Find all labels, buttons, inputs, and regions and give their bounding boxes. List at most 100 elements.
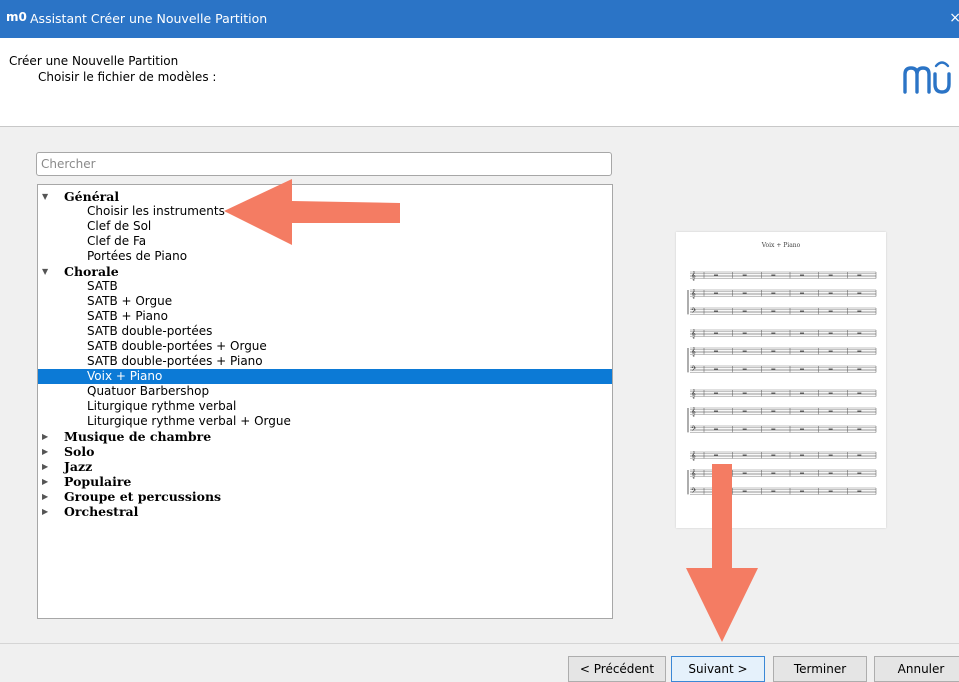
tree-row-label: Choisir les instruments (87, 204, 225, 218)
rest-mark (742, 332, 747, 334)
tree-row-label: Musique de chambre (64, 429, 212, 444)
clef-glyph: 𝄢 (691, 425, 696, 434)
rest-mark (714, 292, 718, 294)
tree-category[interactable]: ▶ Orchestral (38, 504, 612, 519)
tree-item[interactable]: Clef de Sol (38, 219, 612, 234)
clef-glyph: 𝄞 (691, 329, 696, 338)
rest-mark (828, 350, 833, 352)
tree-row-label: Jazz (64, 459, 93, 474)
tree-item[interactable]: Liturgique rythme verbal + Orgue (38, 414, 612, 429)
chevron-down-icon[interactable]: ▼ (42, 264, 52, 279)
tree-item[interactable]: SATB double-portées + Orgue (38, 339, 612, 354)
rest-mark (771, 292, 776, 294)
finish-button[interactable]: Terminer (773, 656, 867, 682)
tree-item[interactable]: Voix + Piano (38, 369, 612, 384)
rest-mark (857, 410, 862, 412)
tree-category[interactable]: ▶ Jazz (38, 459, 612, 474)
tree-category[interactable]: ▶ Musique de chambre (38, 429, 612, 444)
tree-category[interactable]: ▶ Solo (38, 444, 612, 459)
tree-category[interactable]: ▼ Chorale (38, 264, 612, 279)
rest-mark (742, 274, 747, 276)
chevron-down-icon[interactable]: ▼ (42, 189, 52, 204)
rest-mark (771, 310, 776, 312)
rest-mark (828, 292, 833, 294)
rest-mark (714, 310, 718, 312)
rest-mark (714, 410, 718, 412)
rest-mark (800, 332, 804, 334)
rest-mark (857, 490, 862, 492)
rest-mark (742, 490, 747, 492)
footer-divider (0, 643, 959, 644)
rest-mark (771, 350, 776, 352)
tree-item[interactable]: Portées de Piano (38, 249, 612, 264)
clef-glyph: 𝄞 (691, 347, 696, 356)
rest-mark (828, 274, 833, 276)
tree-item[interactable]: Choisir les instruments (38, 204, 612, 219)
tree-category[interactable]: ▶ Groupe et percussions (38, 489, 612, 504)
next-button[interactable]: Suivant > (671, 656, 765, 682)
template-tree[interactable]: ▼ Général Choisir les instruments Clef de S… (37, 184, 613, 619)
rest-mark (771, 274, 776, 276)
tree-row-label: SATB double-portées + Piano (87, 354, 263, 368)
chevron-right-icon[interactable]: ▶ (42, 444, 52, 459)
chevron-right-icon[interactable]: ▶ (42, 489, 52, 504)
rest-mark (714, 472, 718, 474)
tree-item[interactable]: SATB double-portées + Piano (38, 354, 612, 369)
rest-mark (742, 472, 747, 474)
rest-mark (714, 350, 718, 352)
rest-mark (714, 454, 718, 456)
clef-glyph: 𝄞 (691, 389, 696, 398)
rest-mark (771, 368, 776, 370)
rest-mark (742, 368, 747, 370)
tree-item[interactable]: SATB + Piano (38, 309, 612, 324)
tree-item[interactable]: SATB double-portées (38, 324, 612, 339)
rest-mark (714, 368, 718, 370)
rest-mark (800, 292, 804, 294)
tree-category[interactable]: ▼ Général (38, 189, 612, 204)
rest-mark (857, 274, 862, 276)
rest-mark (800, 368, 804, 370)
rest-mark (714, 428, 718, 430)
wizard-header: Créer une Nouvelle Partition Choisir le … (0, 38, 959, 127)
chevron-right-icon[interactable]: ▶ (42, 474, 52, 489)
rest-mark (800, 472, 804, 474)
tree-item[interactable]: Clef de Fa (38, 234, 612, 249)
tree-row-label: SATB double-portées (87, 324, 213, 338)
previous-button[interactable]: < Précédent (568, 656, 666, 682)
cancel-button[interactable]: Annuler (874, 656, 959, 682)
clef-glyph: 𝄞 (691, 451, 696, 460)
rest-mark (857, 292, 862, 294)
rest-mark (714, 490, 718, 492)
tree-item[interactable]: Liturgique rythme verbal (38, 399, 612, 414)
tree-row-label: Populaire (64, 474, 132, 489)
chevron-right-icon[interactable]: ▶ (42, 429, 52, 444)
rest-mark (714, 392, 718, 394)
tree-item[interactable]: SATB (38, 279, 612, 294)
rest-mark (714, 332, 718, 334)
search-input[interactable] (36, 152, 612, 176)
app-icon: m0 (6, 10, 27, 24)
rest-mark (828, 368, 833, 370)
rest-mark (857, 454, 862, 456)
rest-mark (828, 310, 833, 312)
rest-mark (857, 428, 862, 430)
chevron-right-icon[interactable]: ▶ (42, 459, 52, 474)
rest-mark (857, 350, 862, 352)
title-bar: m0 Assistant Créer une Nouvelle Partitio… (0, 0, 959, 38)
close-icon[interactable]: × (949, 10, 959, 26)
chevron-right-icon[interactable]: ▶ (42, 504, 52, 519)
tree-row-label: Liturgique rythme verbal + Orgue (87, 414, 291, 428)
rest-mark (828, 472, 833, 474)
tree-category[interactable]: ▶ Populaire (38, 474, 612, 489)
rest-mark (828, 490, 833, 492)
tree-item[interactable]: SATB + Orgue (38, 294, 612, 309)
rest-mark (800, 454, 804, 456)
rest-mark (857, 310, 862, 312)
tree-item[interactable]: Quatuor Barbershop (38, 384, 612, 399)
tree-row-label: SATB + Piano (87, 309, 168, 323)
clef-glyph: 𝄢 (691, 307, 696, 316)
rest-mark (742, 454, 747, 456)
tree-row-label: Clef de Sol (87, 219, 152, 233)
rest-mark (857, 368, 862, 370)
tree-row-label: Clef de Fa (87, 234, 147, 248)
